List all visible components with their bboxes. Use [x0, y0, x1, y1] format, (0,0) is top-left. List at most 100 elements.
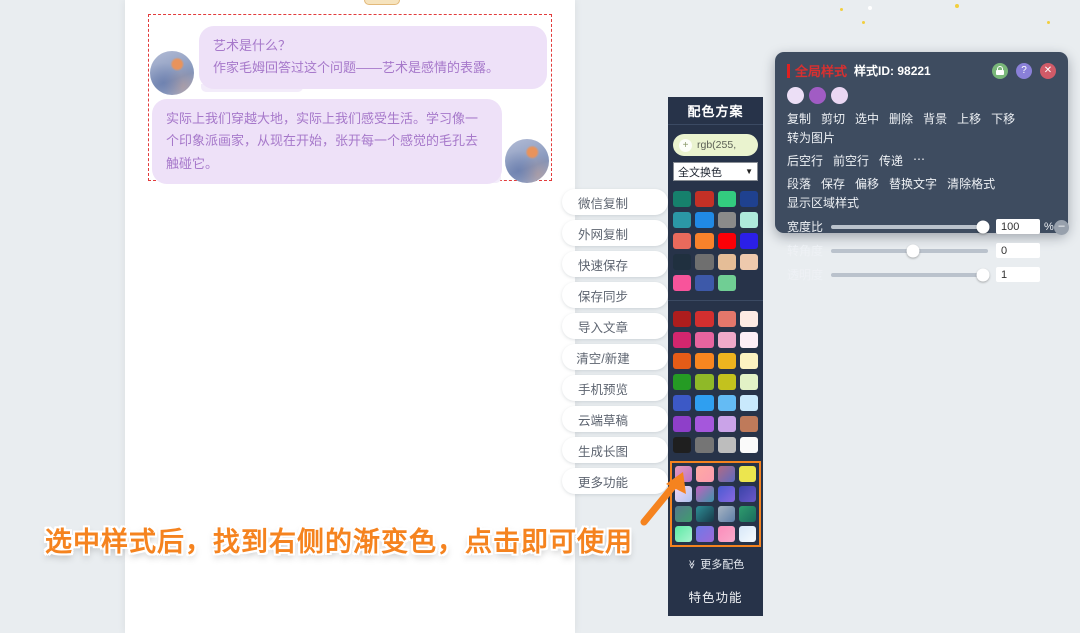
help-icon[interactable]: ?	[1016, 62, 1032, 79]
color-swatch[interactable]	[717, 353, 736, 369]
color-swatch[interactable]	[717, 395, 736, 411]
slider-thumb[interactable]	[976, 220, 990, 233]
color-swatch[interactable]	[673, 275, 692, 291]
gradient-swatch[interactable]	[696, 506, 714, 522]
gradient-swatch[interactable]	[696, 466, 714, 482]
side-menu-button[interactable]: 快速保存	[562, 251, 668, 277]
opacity-input[interactable]	[996, 267, 1040, 282]
color-swatch[interactable]	[738, 466, 756, 482]
gradient-swatch[interactable]	[696, 526, 714, 542]
toolbar-action-button[interactable]: 复制	[787, 110, 811, 127]
width-ratio-slider[interactable]	[831, 220, 990, 233]
color-swatch[interactable]	[739, 191, 758, 207]
gradient-swatch[interactable]	[696, 486, 714, 502]
color-swatch[interactable]	[673, 437, 692, 453]
side-menu-button[interactable]: 微信复制	[562, 189, 668, 215]
gradient-swatch[interactable]	[738, 486, 756, 502]
color-value-input[interactable]: + rgb(255,	[673, 134, 758, 156]
color-swatch[interactable]	[673, 212, 692, 228]
toolbar-action-button[interactable]: 上移	[957, 110, 981, 127]
color-swatch[interactable]	[695, 395, 714, 411]
toolbar-action-button[interactable]: 剪切	[821, 110, 845, 127]
side-menu-button[interactable]: 手机预览	[562, 375, 668, 401]
color-swatch[interactable]	[673, 416, 692, 432]
gradient-swatch[interactable]	[738, 506, 756, 522]
color-swatch[interactable]	[717, 254, 736, 270]
side-menu-button[interactable]: 云端草稿	[562, 406, 668, 432]
more-colors-button[interactable]: ≫ 更多配色	[668, 556, 763, 572]
toolbar-action-button[interactable]: 选中	[855, 110, 879, 127]
color-swatch[interactable]	[695, 254, 714, 270]
color-swatch[interactable]	[739, 374, 758, 390]
color-swatch[interactable]	[717, 416, 736, 432]
color-swatch[interactable]	[673, 254, 692, 270]
color-swatch[interactable]	[695, 311, 714, 327]
gradient-swatch[interactable]	[717, 486, 735, 502]
toolbar-action-button[interactable]: 清除格式	[947, 175, 995, 192]
gradient-swatch[interactable]	[717, 466, 735, 482]
color-swatch[interactable]	[695, 437, 714, 453]
recolor-mode-select[interactable]: 全文换色 ▼	[673, 162, 758, 181]
style-color-dot[interactable]	[787, 87, 804, 104]
color-swatch[interactable]	[673, 374, 692, 390]
slider-thumb[interactable]	[906, 244, 920, 257]
add-color-icon[interactable]: +	[679, 138, 692, 152]
color-swatch[interactable]	[717, 275, 736, 291]
gradient-swatch[interactable]	[717, 506, 735, 522]
side-menu-button[interactable]: 外网复制	[562, 220, 668, 246]
color-swatch[interactable]	[717, 437, 736, 453]
lock-icon[interactable]	[992, 62, 1008, 79]
toolbar-action-button[interactable]: 传递	[879, 152, 903, 169]
side-menu-button[interactable]: 生成长图	[562, 437, 668, 463]
color-swatch[interactable]	[717, 374, 736, 390]
color-swatch[interactable]	[695, 212, 714, 228]
toolbar-action-button[interactable]: 前空行	[833, 152, 869, 169]
color-swatch[interactable]	[695, 191, 714, 207]
color-swatch[interactable]	[739, 395, 758, 411]
color-swatch[interactable]	[717, 311, 736, 327]
toolbar-action-button[interactable]: 背景	[923, 110, 947, 127]
color-swatch[interactable]	[739, 416, 758, 432]
color-swatch[interactable]	[739, 233, 758, 249]
toolbar-action-button[interactable]: 转为图片	[787, 129, 835, 146]
color-swatch[interactable]	[695, 233, 714, 249]
color-swatch[interactable]	[673, 332, 692, 348]
chat-bubble-question[interactable]: 艺术是什么？ 作家毛姆回答过这个问题——艺术是感情的表露。	[199, 26, 547, 89]
toolbar-action-button[interactable]: 保存	[821, 175, 845, 192]
toolbar-action-button[interactable]: ⋯	[913, 152, 925, 169]
color-swatch[interactable]	[739, 212, 758, 228]
opacity-slider[interactable]	[831, 268, 990, 281]
style-color-dot[interactable]	[831, 87, 848, 104]
close-icon[interactable]: ✕	[1040, 62, 1056, 79]
gradient-swatch[interactable]	[675, 526, 693, 542]
color-swatch[interactable]	[695, 353, 714, 369]
color-swatch[interactable]	[739, 254, 758, 270]
gradient-swatch[interactable]	[717, 526, 735, 542]
width-ratio-input[interactable]	[996, 219, 1040, 234]
selected-style-block[interactable]: 艺术是什么？ 作家毛姆回答过这个问题——艺术是感情的表露。 实际上我们穿越大地，…	[148, 14, 552, 185]
color-swatch[interactable]	[695, 374, 714, 390]
color-swatch[interactable]	[717, 191, 736, 207]
side-menu-button[interactable]: 清空/新建	[562, 344, 668, 370]
color-swatch[interactable]	[695, 275, 714, 291]
toolbar-action-button[interactable]: 显示区域样式	[787, 194, 859, 211]
color-swatch[interactable]	[673, 353, 692, 369]
color-swatch[interactable]	[673, 311, 692, 327]
gradient-swatch[interactable]	[738, 526, 756, 542]
color-swatch[interactable]	[739, 437, 758, 453]
color-swatch[interactable]	[717, 332, 736, 348]
color-swatch[interactable]	[673, 395, 692, 411]
toolbar-action-button[interactable]: 偏移	[855, 175, 879, 192]
color-swatch[interactable]	[739, 311, 758, 327]
toolbar-action-button[interactable]: 删除	[889, 110, 913, 127]
side-menu-button[interactable]: 导入文章	[562, 313, 668, 339]
rotation-slider[interactable]	[831, 244, 988, 257]
color-swatch[interactable]	[695, 416, 714, 432]
color-swatch[interactable]	[739, 353, 758, 369]
color-swatch[interactable]	[739, 332, 758, 348]
slider-thumb[interactable]	[976, 268, 990, 281]
minimize-icon[interactable]: –	[1054, 220, 1069, 235]
toolbar-action-button[interactable]: 下移	[991, 110, 1015, 127]
color-swatch[interactable]	[717, 233, 736, 249]
color-swatch[interactable]	[673, 191, 692, 207]
